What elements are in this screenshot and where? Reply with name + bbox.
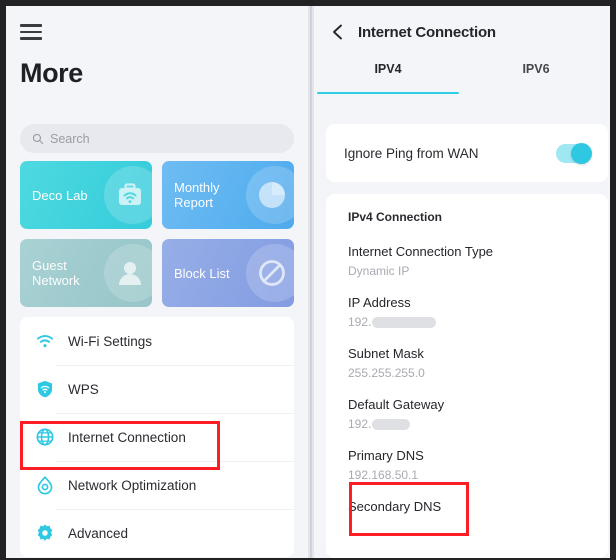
tab-active-indicator [317,91,459,94]
sidebar-item-label: WPS [68,381,99,397]
tile-guest-network[interactable]: Guest Network [20,239,152,307]
info-value: 255.255.255.0 [348,366,608,380]
tab-label: IPV6 [522,62,550,76]
ignore-ping-label: Ignore Ping from WAN [344,145,479,161]
chevron-left-icon[interactable] [326,20,350,44]
info-value-text: 192. [348,315,372,329]
info-row-ip-address: IP Address 192. [348,295,608,329]
ignore-ping-toggle[interactable] [556,142,592,164]
info-card-heading: IPv4 Connection [348,210,443,224]
tab-active-indicator [465,92,607,95]
shield-wifi-icon [34,378,56,400]
info-row-secondary-dns: Secondary DNS [348,499,608,514]
sidebar-item-wps[interactable]: WPS [20,365,294,413]
tile-label: Guest Network [32,258,80,288]
tab-ipv6[interactable]: IPV6 [462,60,610,94]
sidebar-item-advanced[interactable]: Advanced [20,509,294,557]
sidebar-item-label: Internet Connection [68,429,186,445]
info-value: 192.168.50.1 [348,468,608,482]
tile-label: Monthly Report [174,180,220,210]
app-window: More Search Deco Lab Monthly Report Gues… [6,6,610,558]
tab-label: IPV4 [374,62,402,76]
info-value-text: 192.168.50.1 [348,468,419,482]
sidebar-item-wifi-settings[interactable]: Wi-Fi Settings [20,317,294,365]
hamburger-icon[interactable] [20,24,42,40]
globe-icon [34,426,56,448]
left-panel: More Search Deco Lab Monthly Report Gues… [6,6,308,558]
sidebar-item-label: Advanced [68,525,129,541]
info-label: IP Address [348,295,411,310]
sidebar-item-network-optimization[interactable]: Network Optimization [20,461,294,509]
info-value-text: 192. [348,417,372,431]
gear-icon [34,522,56,544]
search-icon [32,133,44,145]
sidebar-item-label: Network Optimization [68,477,197,493]
right-panel: Internet Connection IPV4 IPV6 Ignore Pin… [314,6,610,558]
optimize-icon [34,474,56,496]
tab-ipv4[interactable]: IPV4 [314,60,462,94]
detail-title: Internet Connection [358,23,496,41]
hamburger-bar [20,30,42,34]
tab-bar: IPV4 IPV6 [314,60,610,94]
detail-header: Internet Connection [314,6,610,58]
hamburger-bar [20,37,42,40]
info-value: Dynamic IP [348,264,608,278]
wifi-icon [34,330,56,352]
block-icon [254,255,290,291]
ipv4-info-card: IPv4 Connection Internet Connection Type… [326,194,608,558]
settings-menu-list: Wi-Fi Settings WPS Internet Connection N… [20,317,294,557]
tile-block-list[interactable]: Block List [162,239,294,307]
info-row-primary-dns: Primary DNS 192.168.50.1 [348,448,608,482]
info-row-subnet-mask: Subnet Mask 255.255.255.0 [348,346,608,380]
info-value: 192. [348,315,608,329]
tile-label: Block List [174,265,230,281]
briefcase-wifi-icon [112,177,148,213]
info-label: Primary DNS [348,448,424,463]
toggle-knob [571,142,592,164]
info-value: 192. [348,417,608,431]
search-input[interactable]: Search [20,124,294,153]
users-icon [112,255,148,291]
redaction-mask [372,316,437,328]
info-label: Subnet Mask [348,346,424,361]
search-placeholder: Search [50,131,90,146]
hamburger-bar [20,24,42,27]
screenshot-root: More Search Deco Lab Monthly Report Gues… [0,0,616,560]
info-label: Internet Connection Type [348,244,494,259]
page-title: More [20,58,83,88]
sidebar-item-label: Wi-Fi Settings [68,333,153,349]
tile-deco-lab[interactable]: Deco Lab [20,161,152,229]
info-row-default-gateway: Default Gateway 192. [348,397,608,431]
info-value-text: 255.255.255.0 [348,366,425,380]
info-label: Default Gateway [348,397,445,412]
tile-monthly-report[interactable]: Monthly Report [162,161,294,229]
pie-chart-icon [254,177,290,213]
ignore-ping-row[interactable]: Ignore Ping from WAN [326,124,608,182]
redaction-mask [372,418,411,430]
shortcut-tiles: Deco Lab Monthly Report Guest Network Bl… [20,161,294,307]
info-value-text: Dynamic IP [348,264,410,278]
info-row-connection-type: Internet Connection Type Dynamic IP [348,244,608,278]
sidebar-item-internet-connection[interactable]: Internet Connection [20,413,294,461]
tile-label: Deco Lab [32,187,88,203]
info-label: Secondary DNS [348,499,442,514]
